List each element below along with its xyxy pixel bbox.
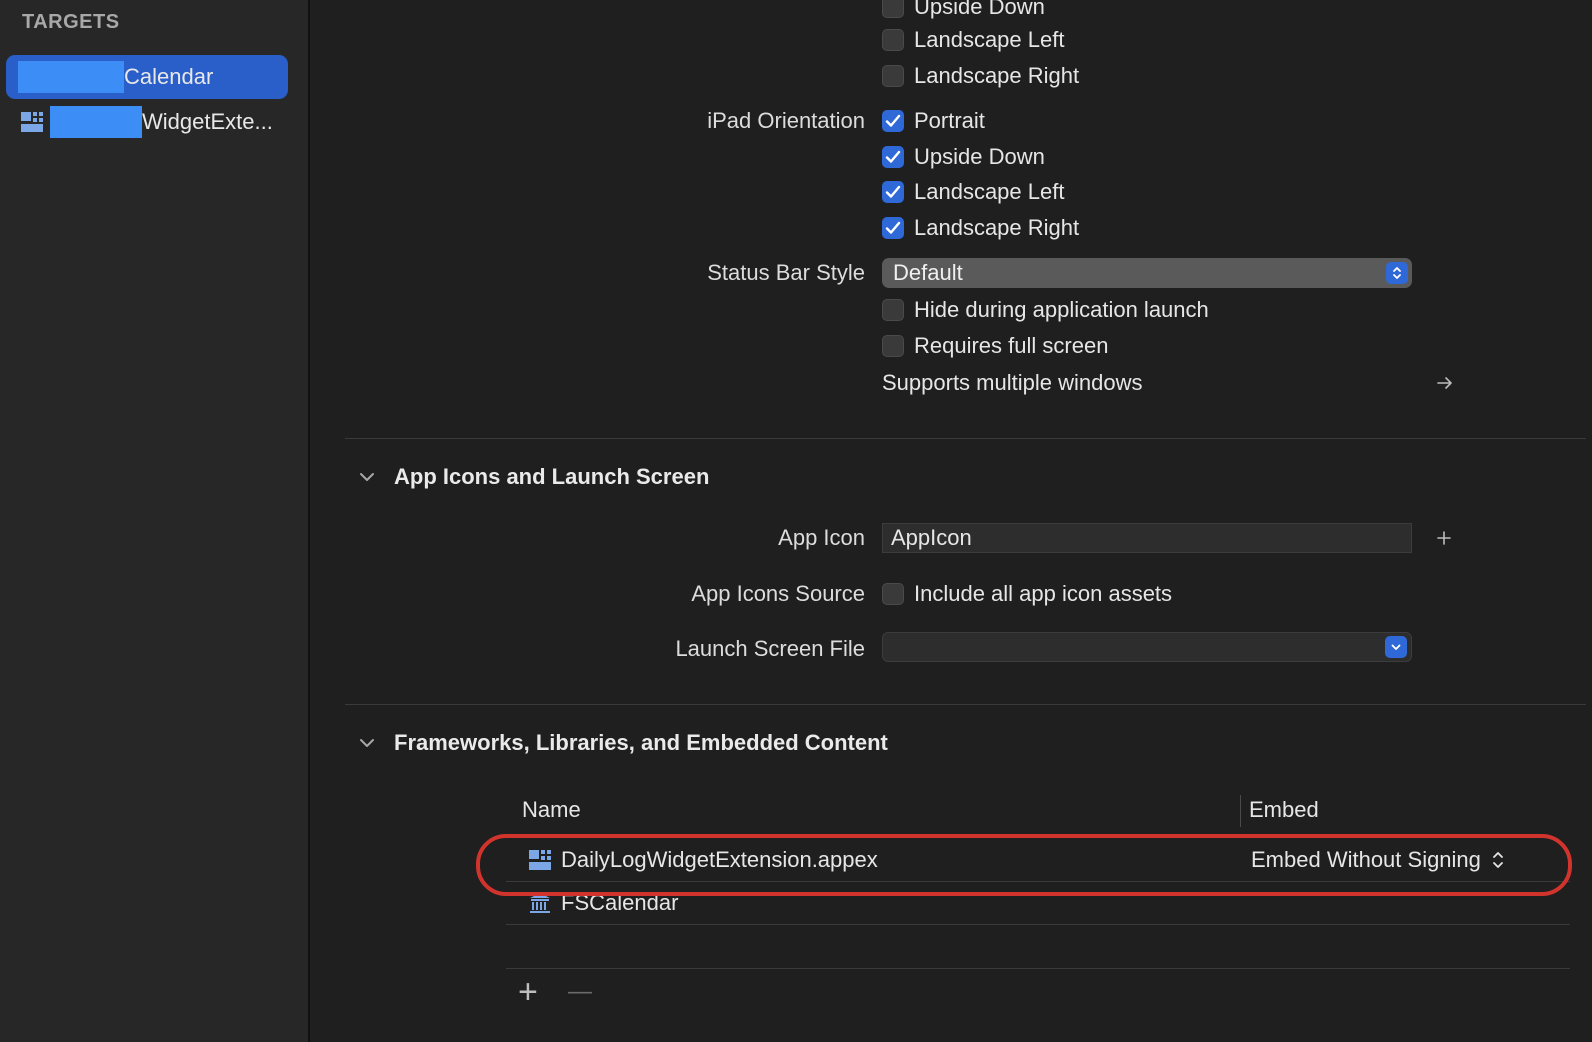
ipad-orientation-label: iPad Orientation [707, 108, 865, 133]
sidebar-item-label: WidgetExte... [142, 109, 273, 134]
app-icon-field[interactable]: AppIcon [882, 523, 1412, 553]
app-icon-label: App Icon [778, 525, 865, 550]
checkbox[interactable] [882, 335, 904, 357]
checkbox-label: Landscape Right [914, 215, 1080, 240]
checkbox[interactable] [882, 0, 904, 18]
checkbox-requires-full-screen[interactable]: Requires full screen [882, 329, 1108, 363]
checkbox[interactable] [882, 65, 904, 87]
checkbox[interactable] [882, 29, 904, 51]
checkbox-iphone-upside-down[interactable]: Upside Down [882, 0, 1045, 24]
general-settings-pane: Upside Down Landscape Left Landscape Rig… [310, 0, 1592, 1042]
app-icon-value: AppIcon [891, 525, 972, 550]
checkmark-icon [885, 221, 901, 234]
checkbox-ipad-upside-down[interactable]: Upside Down [882, 140, 1045, 174]
column-separator [1240, 795, 1241, 827]
checkbox-ipad-landscape-right[interactable]: Landscape Right [882, 211, 1079, 245]
checkbox-ipad-portrait[interactable]: Portrait [882, 104, 985, 138]
widget-extension-icon [21, 112, 43, 132]
checkbox[interactable] [882, 110, 904, 132]
section-divider [345, 704, 1586, 705]
checkbox-label: Upside Down [914, 0, 1045, 19]
checkbox-label: Requires full screen [914, 333, 1109, 358]
supports-multiple-windows-row[interactable]: Supports multiple windows [882, 366, 1142, 400]
checkbox-label: Landscape Left [914, 179, 1065, 204]
checkbox-iphone-landscape-left[interactable]: Landscape Left [882, 23, 1064, 57]
checkbox-label: Landscape Left [914, 27, 1065, 52]
chevron-down-icon[interactable] [356, 466, 378, 488]
status-bar-style-popup[interactable]: Default [882, 258, 1412, 288]
add-framework-button[interactable]: + [518, 975, 538, 1009]
remove-framework-button[interactable]: — [568, 978, 592, 1006]
checkbox-iphone-landscape-right[interactable]: Landscape Right [882, 59, 1079, 93]
checkmark-icon [885, 185, 901, 198]
checkbox-ipad-landscape-left[interactable]: Landscape Left [882, 175, 1064, 209]
supports-multiple-windows-label: Supports multiple windows [882, 370, 1143, 395]
checkbox-label: Hide during application launch [914, 297, 1209, 322]
chevron-down-icon[interactable] [1385, 636, 1407, 658]
checkbox-label: Upside Down [914, 144, 1045, 169]
highlight-ring-annotation [476, 834, 1572, 896]
sidebar-item-widget-extension[interactable]: WidgetExte... [6, 100, 288, 144]
arrow-right-icon[interactable] [1436, 374, 1454, 392]
checkmark-icon [885, 114, 901, 127]
checkbox-label: Portrait [914, 108, 985, 133]
targets-sidebar: TARGETS Calendar WidgetExte... [0, 0, 310, 1042]
plus-icon[interactable] [1436, 530, 1452, 546]
chevron-down-icon[interactable] [356, 732, 378, 754]
checkbox-label: Include all app icon assets [914, 581, 1173, 606]
checkbox-hide-during-launch[interactable]: Hide during application launch [882, 293, 1209, 327]
checkbox[interactable] [882, 299, 904, 321]
status-bar-style-label: Status Bar Style [707, 260, 865, 285]
sidebar-item-label: Calendar [124, 64, 214, 89]
checkbox[interactable] [882, 146, 904, 168]
app-icons-source-label: App Icons Source [691, 581, 865, 606]
redacted-text [50, 106, 142, 138]
checkbox[interactable] [882, 181, 904, 203]
launch-screen-file-combobox[interactable] [882, 632, 1412, 662]
column-header-name[interactable]: Name [522, 793, 581, 827]
checkmark-icon [885, 150, 901, 163]
popup-value: Default [893, 260, 963, 285]
app-icons-section-title: App Icons and Launch Screen [394, 464, 710, 489]
popup-stepper-icon [1386, 262, 1408, 284]
checkbox-include-all-app-icon-assets[interactable]: Include all app icon assets [882, 577, 1172, 611]
checkbox[interactable] [882, 583, 904, 605]
redacted-text [18, 61, 124, 93]
launch-screen-file-label: Launch Screen File [675, 636, 865, 661]
column-header-embed[interactable]: Embed [1249, 793, 1319, 827]
frameworks-section-title: Frameworks, Libraries, and Embedded Cont… [394, 730, 888, 755]
targets-header: TARGETS [22, 11, 120, 33]
table-bottom-divider [506, 968, 1570, 969]
checkbox-label: Landscape Right [914, 63, 1080, 88]
sidebar-item-calendar[interactable]: Calendar [6, 55, 288, 99]
section-divider [345, 438, 1586, 439]
checkbox[interactable] [882, 217, 904, 239]
